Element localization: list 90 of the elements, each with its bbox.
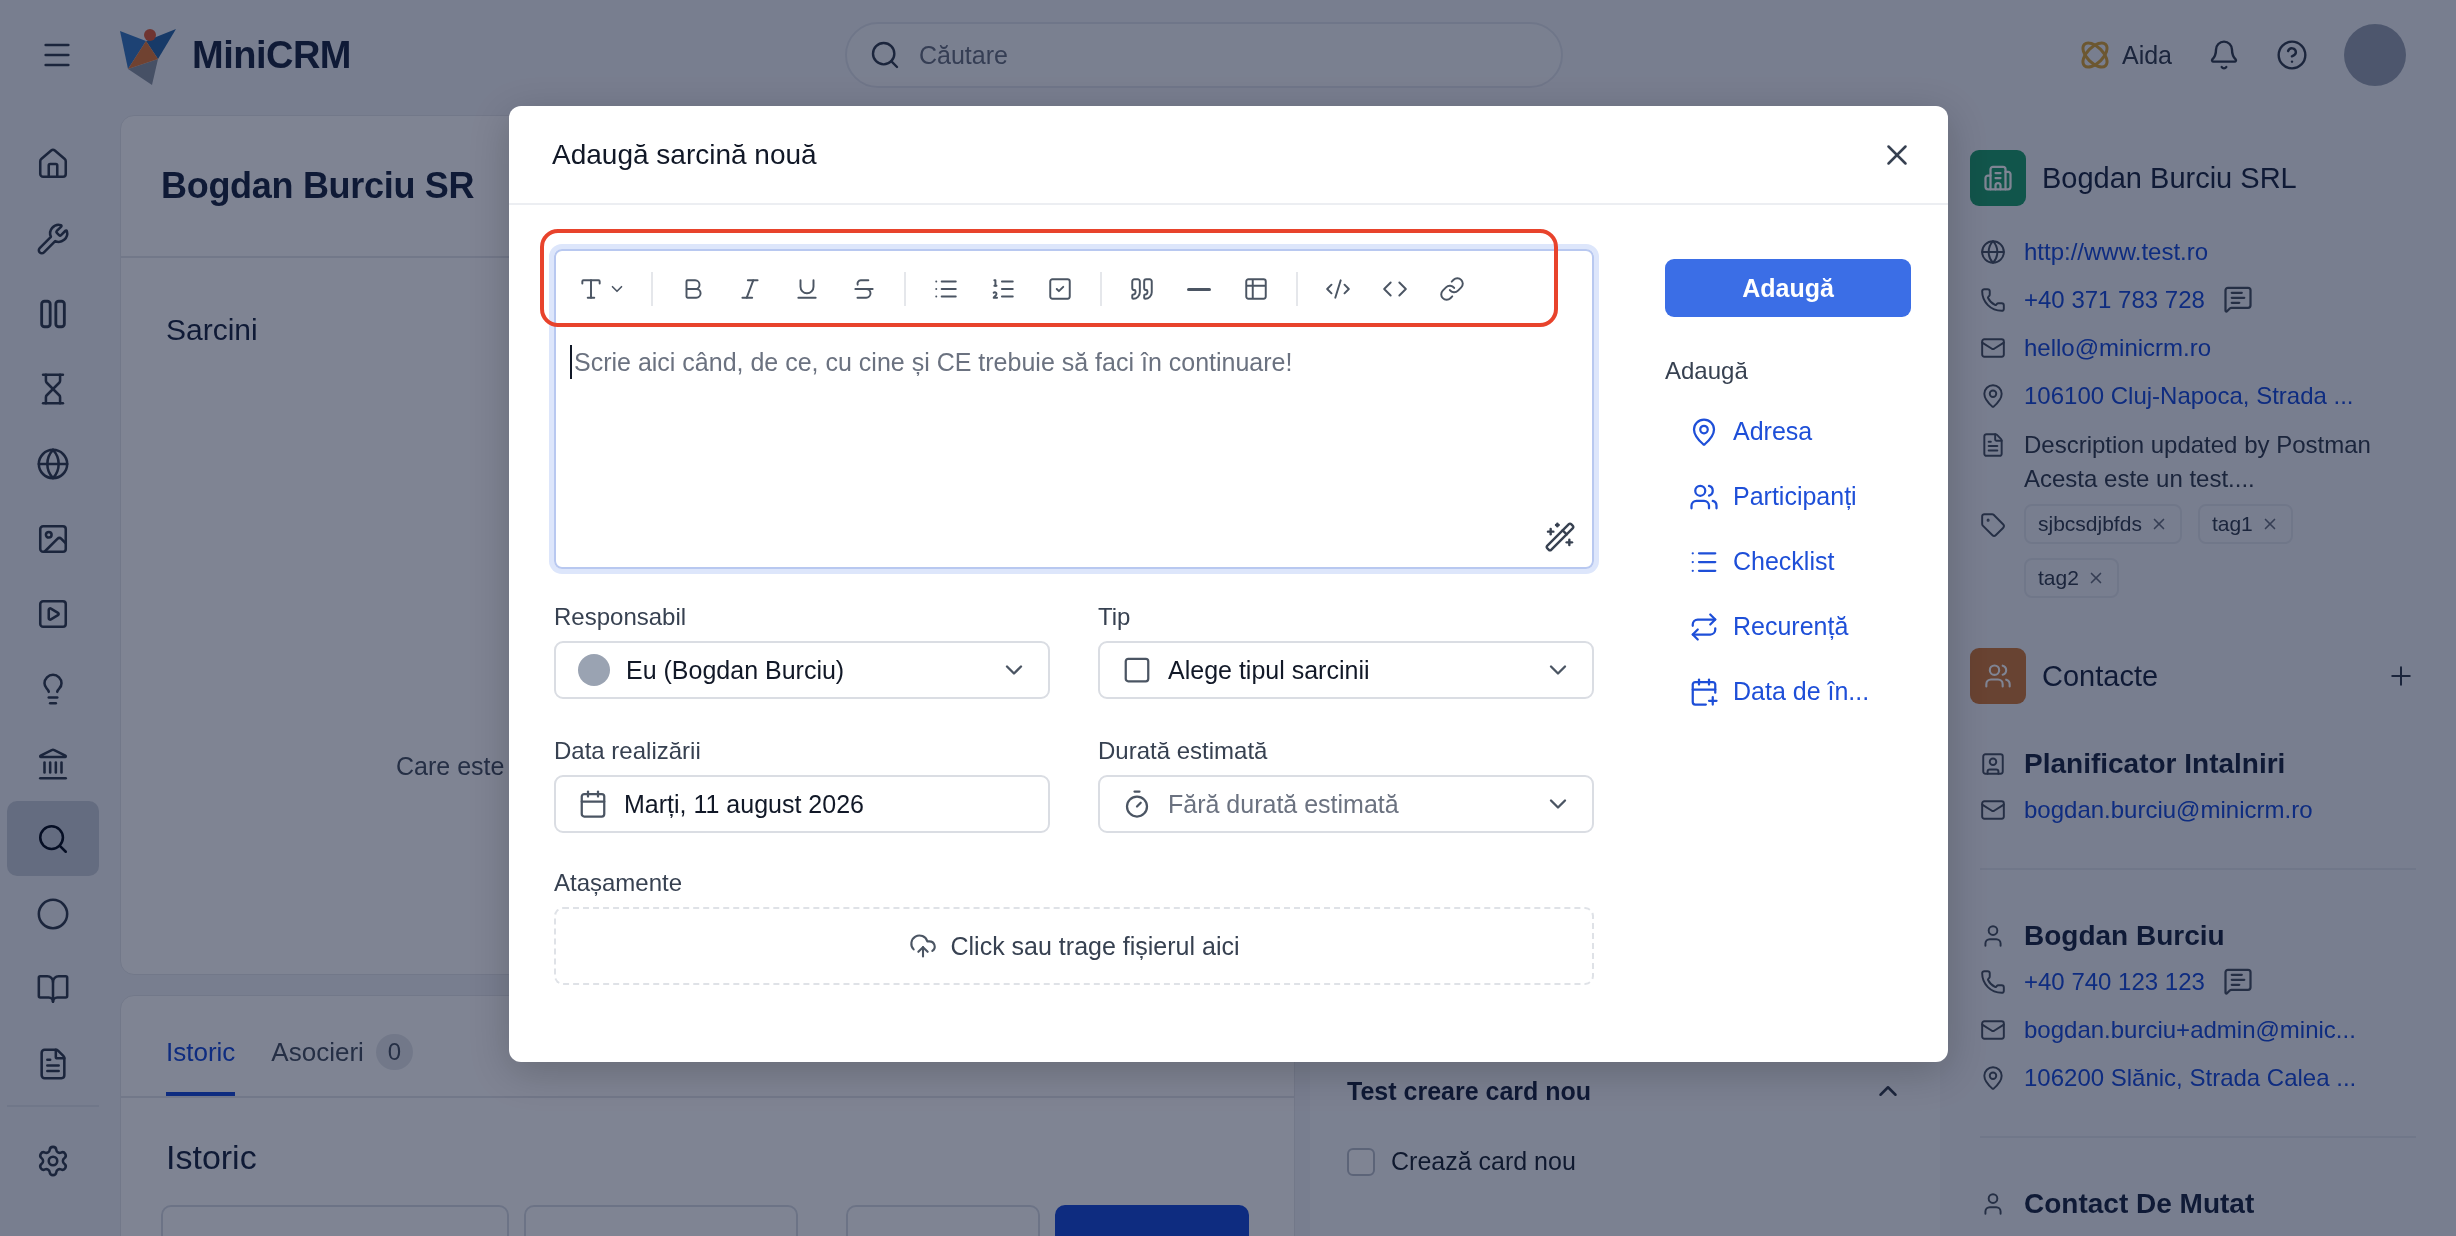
numbered-list-icon [990, 276, 1016, 302]
checkbox[interactable] [1347, 1147, 1375, 1176]
notifications-button[interactable] [2208, 39, 2240, 71]
magic-wand-icon [1544, 521, 1576, 553]
search-field[interactable]: Căutare [845, 22, 1563, 88]
count-badge: 0 [375, 1034, 414, 1070]
mail-icon [1980, 797, 2006, 823]
message-icon [2222, 284, 2253, 314]
sidebar-item[interactable] [6, 801, 99, 876]
quote-icon [1129, 276, 1155, 302]
circle-icon [35, 896, 70, 931]
users-icon [1970, 648, 2026, 704]
logo-text: MiniCRM [192, 33, 352, 77]
field-label: Data realizării [554, 737, 702, 765]
upload-icon [908, 932, 937, 960]
select-field[interactable]: Fără durată estimată [1098, 775, 1594, 833]
phone-icon [1980, 287, 2006, 313]
field-label: Atașamente [554, 869, 684, 897]
phone-icon [1980, 969, 2006, 995]
section-title: Sarcini [166, 313, 259, 347]
help-button[interactable] [2276, 39, 2308, 71]
horizontal-rule-icon [1187, 287, 1211, 291]
message-icon [2222, 966, 2253, 996]
select-field[interactable]: Alege tipul sarcinii [1098, 641, 1594, 699]
magic-wand-button[interactable] [1544, 521, 1576, 553]
repeat-icon [1689, 611, 1719, 642]
date-field[interactable]: Marți, 11 august 2026 [554, 775, 1050, 833]
add-option-link[interactable]: Data de în... [1665, 659, 1911, 724]
add-option-link[interactable]: Checklist [1665, 529, 1911, 594]
section-label: Adaugă [1665, 357, 1749, 385]
checkbox-label: Crează card nou [1391, 1147, 1576, 1176]
email-link[interactable]: bogdan.burciu@minicrm.ro [2024, 794, 2313, 826]
editor-placeholder: Scrie aici când, de ce, cu cine și CE trebuie să faci în continuare! [570, 345, 1592, 379]
wrench-icon [35, 221, 70, 256]
file-dropzone[interactable]: Click sau trage fișierul aici [554, 907, 1594, 985]
field-label: Responsabil [554, 603, 688, 631]
empty-state-text: Care este [396, 752, 506, 781]
underline-icon [794, 276, 820, 302]
add-button[interactable]: Adaugă [1665, 259, 1911, 317]
text-style-icon [578, 276, 604, 302]
globe-icon [1980, 239, 2006, 265]
contact-name: Contact De Mutat [2024, 1187, 2255, 1221]
help-icon [2276, 39, 2308, 71]
checkbox-icon [1047, 276, 1073, 302]
description-text: Description updated by Postman Acesta este un test.... [2024, 430, 2372, 494]
address-link[interactable]: 106200 Slănic, Strada Calea ... [2024, 1062, 2357, 1094]
calendar-plus-icon [1689, 676, 1719, 707]
contact-name: Planificator Intalniri [2024, 747, 2286, 781]
add-option-link[interactable]: Participanți [1665, 464, 1911, 529]
phone-link[interactable]: +40 371 783 728 [2024, 284, 2205, 316]
section-title: Contacte [2042, 659, 2160, 693]
link-icon [1439, 276, 1465, 302]
tag-chip: sjbcsdjbfds [2024, 504, 2182, 544]
add-option-link[interactable]: Recurență [1665, 594, 1911, 659]
add-option-link[interactable]: Adresa [1665, 399, 1911, 464]
calendar-icon [578, 789, 608, 819]
map-pin-icon [1980, 1065, 2006, 1091]
contact-name: Bogdan Burciu [2024, 919, 2225, 953]
building-icon [1970, 150, 2026, 206]
bell-icon [2208, 39, 2240, 71]
table-icon [1243, 276, 1269, 302]
map-pin-icon [1980, 383, 2006, 409]
email-link[interactable]: hello@minicrm.ro [2024, 332, 2212, 364]
address-link[interactable]: 106100 Cluj-Napoca, Strada ... [2024, 380, 2354, 412]
mail-icon [1980, 1017, 2006, 1043]
email-link[interactable]: bogdan.burciu+admin@minic... [2024, 1014, 2356, 1046]
tag-chip: tag1 [2197, 504, 2293, 544]
dialog-title: Adaugă sarcină nouă [552, 138, 817, 171]
tag-icon [1980, 512, 2006, 538]
card-title: Test creare card nou [1347, 1076, 1592, 1106]
select-field[interactable]: Eu (Bogdan Burciu) [554, 641, 1050, 699]
field-label: Tip [1098, 603, 1132, 631]
page-title: Bogdan Burciu SR [161, 165, 475, 207]
field-label: Durată estimată [1098, 737, 1269, 765]
website-link[interactable]: http://www.test.ro [2024, 236, 2209, 268]
contact-card-icon [1980, 751, 2006, 777]
assistant-button[interactable]: Aida [2077, 38, 2172, 72]
avatar [578, 654, 610, 686]
mail-icon [1980, 335, 2006, 361]
search-icon [869, 39, 901, 71]
phone-link[interactable]: +40 740 123 123 [2024, 966, 2205, 998]
globe-icon [35, 446, 70, 481]
company-name: Bogdan Burciu SRL [2042, 161, 2298, 195]
code-block-icon [1325, 276, 1351, 302]
square-icon [1122, 655, 1152, 685]
tab[interactable]: Istoric [166, 1034, 236, 1096]
document-icon [1980, 432, 2006, 458]
tag-chip: tag2 [2024, 558, 2119, 598]
tab[interactable]: Asocieri 0 [271, 1034, 414, 1096]
section-title: Istoric [166, 1138, 258, 1177]
